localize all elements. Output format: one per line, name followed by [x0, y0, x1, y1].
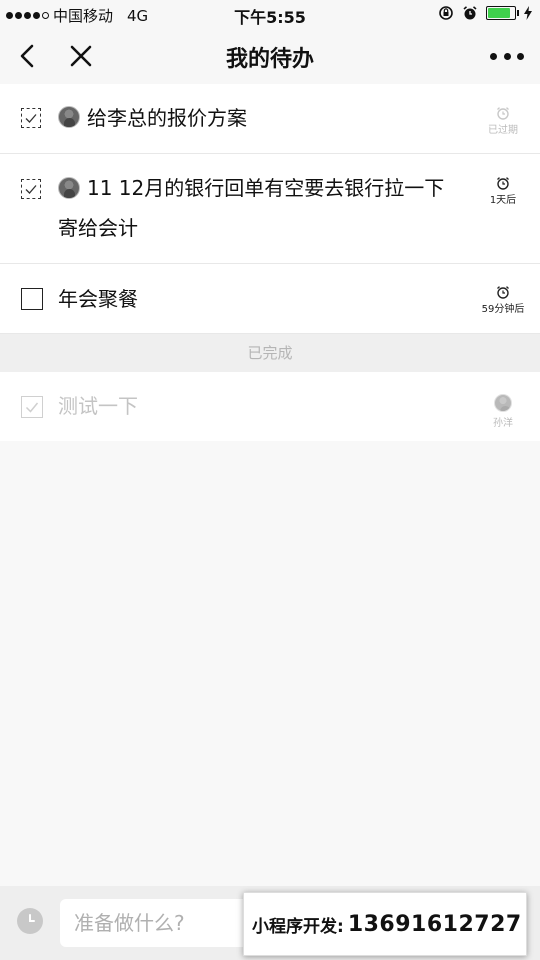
clock-icon[interactable]	[17, 908, 43, 934]
chevron-left-icon[interactable]	[14, 40, 44, 72]
todo-checkbox[interactable]	[21, 108, 41, 128]
todo-list: 给李总的报价方案 已过期 11 12月的银行回单有空要去银行拉一下 寄给会计 1…	[0, 84, 540, 441]
todo-due-label: 已过期	[488, 125, 518, 136]
new-todo-input[interactable]: 准备做什么?	[60, 899, 260, 947]
alarm-clock-icon	[497, 177, 509, 190]
todo-text: 11 12月的银行回单有空要去银行拉一下	[87, 176, 445, 200]
todo-text: 年会聚餐	[58, 287, 138, 311]
status-bar: 中国移动 4G 下午5:55	[0, 0, 540, 28]
close-icon[interactable]	[66, 40, 96, 72]
nav-bar: 我的待办	[0, 28, 540, 84]
todo-due: 已过期	[473, 106, 533, 136]
battery-level	[488, 8, 510, 18]
promo-label: 小程序开发:	[252, 916, 344, 937]
todo-due-label: 59分钟后	[481, 304, 525, 315]
todo-text: 给李总的报价方案	[87, 106, 247, 130]
todo-item[interactable]: 年会聚餐 59分钟后	[0, 264, 540, 334]
todo-due-label: 1天后	[489, 195, 517, 206]
todo-assignee: 孙洋	[473, 394, 533, 429]
alarm-clock-icon	[497, 286, 509, 299]
todo-item[interactable]: 给李总的报价方案 已过期	[0, 84, 540, 154]
todo-checkbox-checked[interactable]	[21, 396, 43, 418]
charging-bolt-icon	[524, 6, 532, 20]
completed-todo-item[interactable]: 测试一下 孙洋	[0, 372, 540, 441]
todo-text-continued: 寄给会计	[58, 216, 138, 240]
promo-phone: 13691612727	[347, 911, 522, 937]
todo-due: 59分钟后	[473, 285, 533, 315]
assignee-name: 孙洋	[493, 418, 513, 429]
battery-icon	[486, 6, 519, 20]
todo-checkbox[interactable]	[21, 288, 43, 310]
todo-due: 1天后	[473, 176, 533, 206]
rotation-lock-icon	[439, 6, 453, 20]
status-right	[438, 5, 532, 21]
avatar	[58, 106, 80, 128]
avatar	[58, 177, 80, 199]
completed-section-header: 已完成	[0, 334, 540, 372]
alarm-icon	[463, 6, 477, 20]
todo-item[interactable]: 11 12月的银行回单有空要去银行拉一下 寄给会计 1天后	[0, 154, 540, 264]
more-icon[interactable]	[490, 44, 524, 68]
todo-checkbox[interactable]	[21, 179, 41, 199]
avatar	[494, 394, 512, 412]
alarm-clock-icon	[497, 107, 509, 120]
promo-banner: 小程序开发: 13691612727	[243, 892, 527, 956]
todo-text: 测试一下	[58, 394, 138, 418]
